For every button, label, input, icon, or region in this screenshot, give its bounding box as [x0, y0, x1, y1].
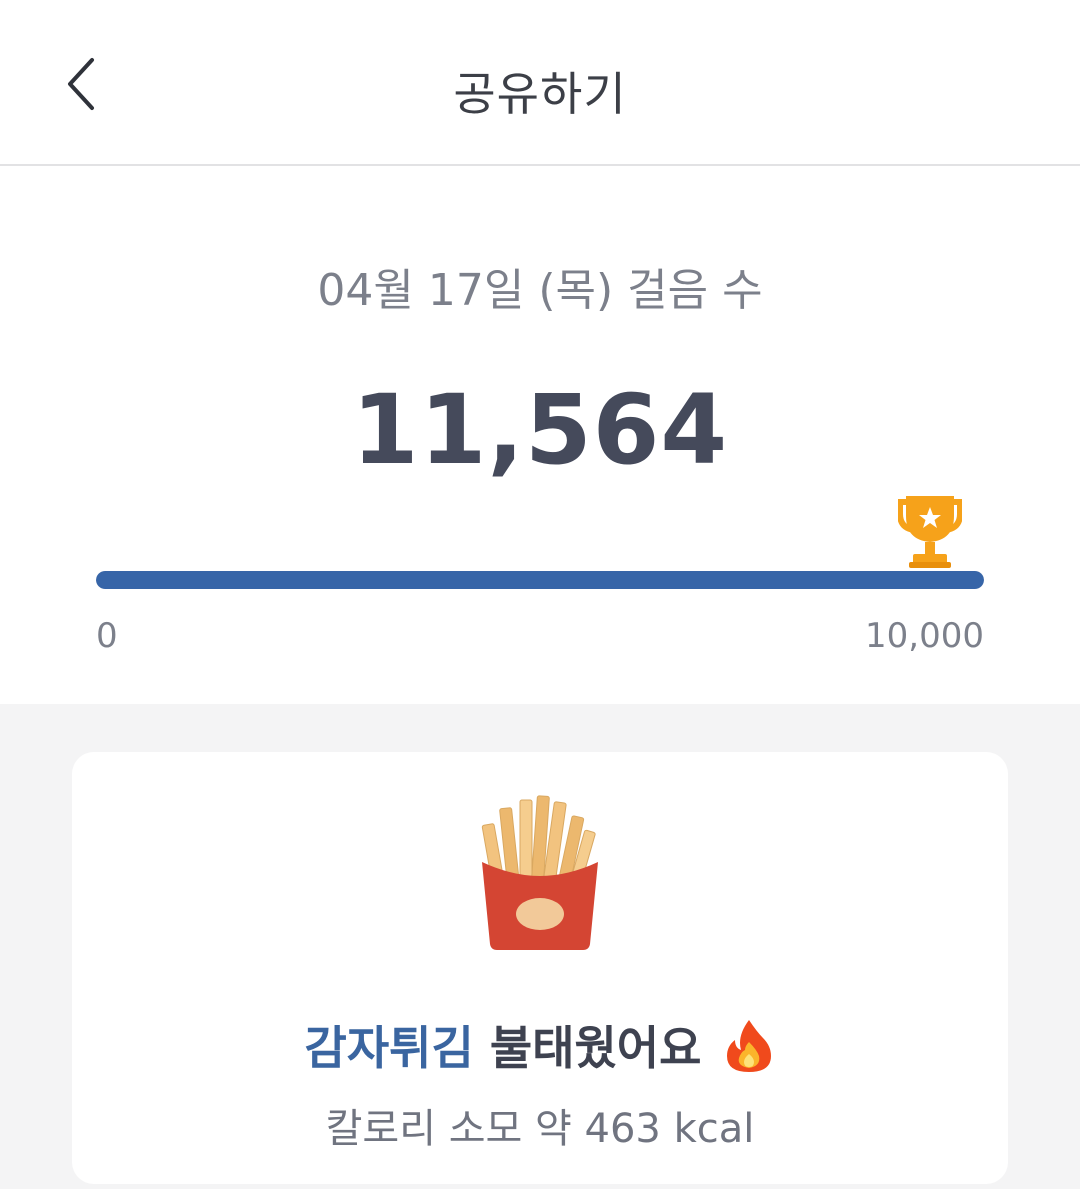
burn-text: 불태웠어요: [489, 1021, 702, 1075]
food-name: 감자튀김: [304, 1021, 474, 1075]
progress-min-label: 0: [96, 616, 118, 656]
french-fries-icon: [481, 795, 598, 950]
date-label: 04월 17일 (목) 걸음 수: [317, 265, 763, 316]
page-title: 공유하기: [453, 67, 627, 121]
step-progress-bar: [96, 571, 984, 589]
fire-icon: [727, 1020, 772, 1072]
calorie-card: 감자튀김 불태웠어요 칼로리 소모 약 463 kcal: [72, 752, 1008, 1184]
step-progress-fill: [96, 571, 984, 589]
trophy-icon: [898, 496, 962, 568]
step-count: 11,564: [351, 374, 729, 486]
step-summary: 04월 17일 (목) 걸음 수 11,564 0 10,000: [0, 166, 1080, 704]
calorie-text: 칼로리 소모 약 463 kcal: [325, 1106, 755, 1152]
header-bar: 공유하기: [0, 0, 1080, 166]
progress-max-label: 10,000: [865, 616, 984, 656]
burn-message: 감자튀김 불태웠어요: [72, 1012, 1008, 1078]
